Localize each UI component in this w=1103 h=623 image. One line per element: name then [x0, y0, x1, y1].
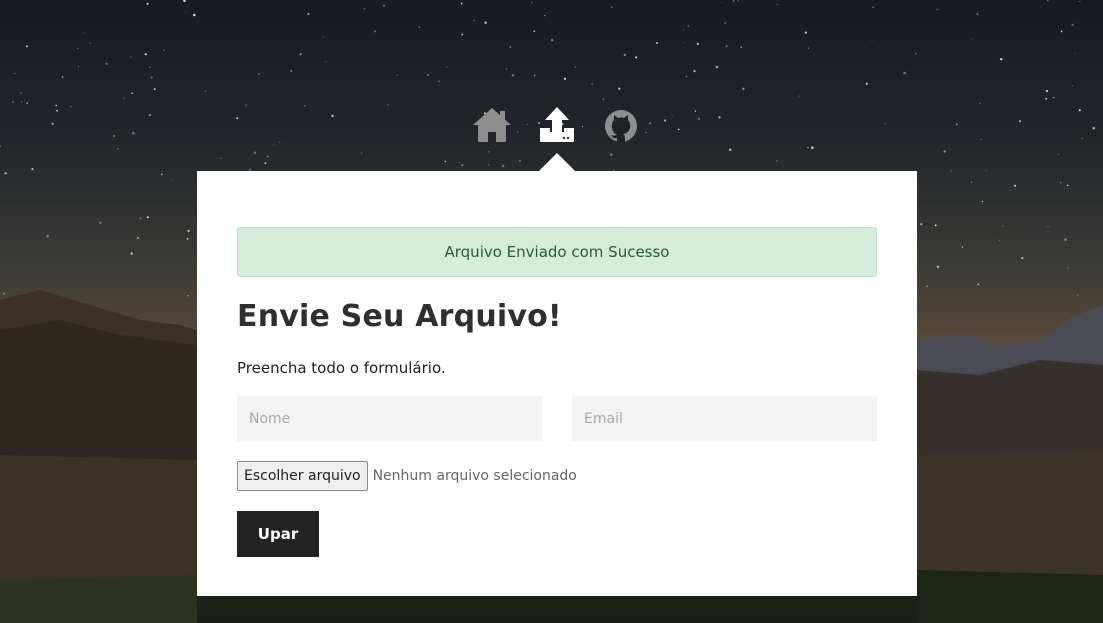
upload-submit-button[interactable]: Upar — [237, 511, 319, 557]
active-tab-pointer — [539, 153, 575, 171]
file-picker: Escolher arquivo Nenhum arquivo selecion… — [237, 461, 877, 491]
success-alert: Arquivo Enviado com Sucesso — [237, 227, 877, 277]
choose-file-button[interactable]: Escolher arquivo — [237, 461, 368, 491]
top-navigation — [0, 104, 1103, 148]
name-input[interactable] — [237, 396, 542, 441]
form-instructions: Preencha todo o formulário. — [237, 359, 446, 377]
page-title: Envie Seu Arquivo! — [237, 299, 562, 334]
email-input[interactable] — [572, 396, 877, 441]
github-icon[interactable] — [599, 104, 643, 148]
file-status-text: Nenhum arquivo selecionado — [372, 468, 577, 484]
upload-card: Arquivo Enviado com Sucesso Envie Seu Ar… — [197, 171, 917, 596]
upload-icon[interactable] — [535, 104, 579, 148]
contact-fields — [237, 396, 877, 441]
home-icon[interactable] — [470, 104, 514, 148]
